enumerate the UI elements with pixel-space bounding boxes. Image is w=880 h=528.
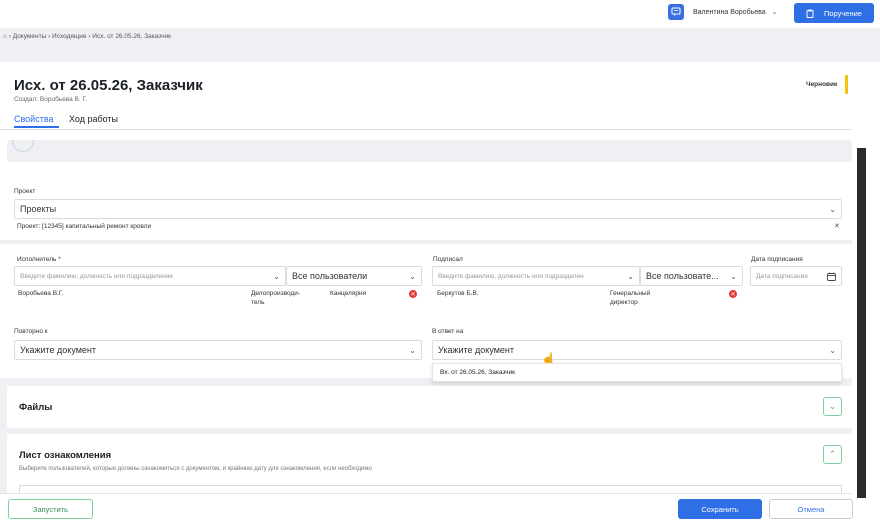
executor-position-2: тель xyxy=(251,299,265,306)
project-select-value: Проекты xyxy=(20,204,57,214)
remove-signer-icon[interactable]: ✕ xyxy=(729,290,737,298)
signer-label: Подписал xyxy=(433,256,463,263)
breadcrumb-item-current: Исх. от 26.05.26, Заказчик xyxy=(92,33,171,40)
signer-position-2: директор xyxy=(610,299,638,306)
start-label: Запустить xyxy=(32,504,69,514)
in-reply-to-label: В ответ на xyxy=(432,328,464,335)
info-strip xyxy=(7,140,852,162)
chevron-down-icon: ⌄ xyxy=(828,401,837,411)
review-hint: Выберите пользователей, которые должны о… xyxy=(19,466,372,472)
chevron-down-icon: ⌄ xyxy=(273,271,280,281)
review-input-row[interactable] xyxy=(19,485,842,493)
review-collapse-button[interactable]: ⌃ xyxy=(823,445,842,464)
chevron-down-icon: ⌄ xyxy=(409,345,416,355)
executor-person: Воробьева В.Г. xyxy=(18,290,64,297)
active-tab-indicator xyxy=(14,126,59,128)
in-reply-to-value: Укажите документ xyxy=(438,345,515,355)
chevron-down-icon: ⌄ xyxy=(829,204,836,214)
signer-person: Беркутов Б.В. xyxy=(437,290,479,297)
sign-date-input[interactable]: Дата подписания xyxy=(750,266,842,286)
option-label: Вх. от 26.05.26, Заказчик xyxy=(440,369,515,376)
home-icon[interactable]: ⌂ xyxy=(3,33,7,40)
in-reply-to-select[interactable]: Укажите документ ⌄ xyxy=(432,340,842,360)
project-selected: Проект: [12345] капитальный ремонт кровл… xyxy=(17,223,152,230)
chat-icon xyxy=(671,7,681,16)
remove-executor-icon[interactable]: ✕ xyxy=(409,290,417,298)
save-label: Сохранить xyxy=(701,504,739,514)
assign-button[interactable]: Поручение xyxy=(794,3,874,23)
chevron-down-icon: ⌄ xyxy=(730,271,737,281)
cancel-label: Отмена xyxy=(797,504,825,514)
save-button[interactable]: Сохранить xyxy=(678,499,762,519)
review-title: Лист ознакомления xyxy=(19,450,112,461)
chevron-down-icon: ⌄ xyxy=(627,271,634,281)
assign-label: Поручение xyxy=(824,8,862,18)
user-name: Валентина Воробьева xyxy=(693,9,766,16)
executor-filter-select[interactable]: Все пользователи ⌄ xyxy=(286,266,422,286)
divider xyxy=(0,129,852,130)
scrollbar[interactable] xyxy=(857,148,866,498)
start-button[interactable]: Запустить xyxy=(8,499,93,519)
files-title: Файлы xyxy=(19,402,53,413)
chat-button[interactable] xyxy=(668,4,684,20)
signer-filter-select[interactable]: Все пользовате... ⌄ xyxy=(640,266,743,286)
breadcrumb-item[interactable]: Документы xyxy=(13,33,47,40)
project-select[interactable]: Проекты ⌄ xyxy=(14,199,842,219)
tab-workflow[interactable]: Ход работы xyxy=(69,114,118,124)
breadcrumb: ⌂ › Документы › Исходящие › Исх. от 26.0… xyxy=(3,33,171,40)
sign-date-label: Дата подписания xyxy=(751,256,803,263)
tab-properties[interactable]: Свойства xyxy=(14,114,54,124)
signer-search-input[interactable]: Введите фамилию, должность или подраздел… xyxy=(432,266,640,286)
project-label: Проект xyxy=(14,188,36,195)
repeat-to-value: Укажите документ xyxy=(20,345,97,355)
breadcrumb-item[interactable]: Исходящие xyxy=(52,33,86,40)
chevron-down-icon: ⌄ xyxy=(767,9,778,16)
signer-filter-value: Все пользовате... xyxy=(646,271,719,281)
page-title: Исх. от 26.05.26, Заказчик xyxy=(14,77,203,94)
executor-department: Канцелярия xyxy=(330,290,367,297)
files-section[interactable] xyxy=(7,386,852,428)
signer-position-1: Генеральный xyxy=(610,290,651,297)
in-reply-to-option[interactable]: Вх. от 26.05.26, Заказчик xyxy=(432,363,842,382)
executor-placeholder: Введите фамилию, должность или подраздел… xyxy=(20,272,174,280)
remove-project-icon[interactable]: ✕ xyxy=(834,222,840,230)
calendar-icon xyxy=(827,272,836,281)
chevron-up-icon: ⌃ xyxy=(828,449,837,459)
repeat-to-select[interactable]: Укажите документ ⌄ xyxy=(14,340,422,360)
clipboard-icon xyxy=(806,9,814,18)
executor-label: Исполнитель * xyxy=(17,256,61,263)
executor-search-input[interactable]: Введите фамилию, должность или подраздел… xyxy=(14,266,286,286)
status-indicator xyxy=(845,75,848,94)
executor-filter-value: Все пользователи xyxy=(292,271,368,281)
signer-placeholder: Введите фамилию, должность или подраздел… xyxy=(438,272,584,280)
chevron-down-icon: ⌄ xyxy=(409,271,416,281)
cancel-button[interactable]: Отмена xyxy=(769,499,853,519)
user-menu[interactable]: Валентина Воробьева ⌄ xyxy=(693,8,777,16)
repeat-to-label: Повторно к xyxy=(14,328,48,335)
executor-position-1: Делопроизводи- xyxy=(251,290,301,297)
sign-date-placeholder: Дата подписания xyxy=(756,272,808,280)
chevron-down-icon: ⌄ xyxy=(829,345,836,355)
files-expand-button[interactable]: ⌄ xyxy=(823,397,842,416)
created-by: Создал: Воробьева В. Г. xyxy=(14,96,88,103)
status-badge: Черновик xyxy=(806,81,838,88)
